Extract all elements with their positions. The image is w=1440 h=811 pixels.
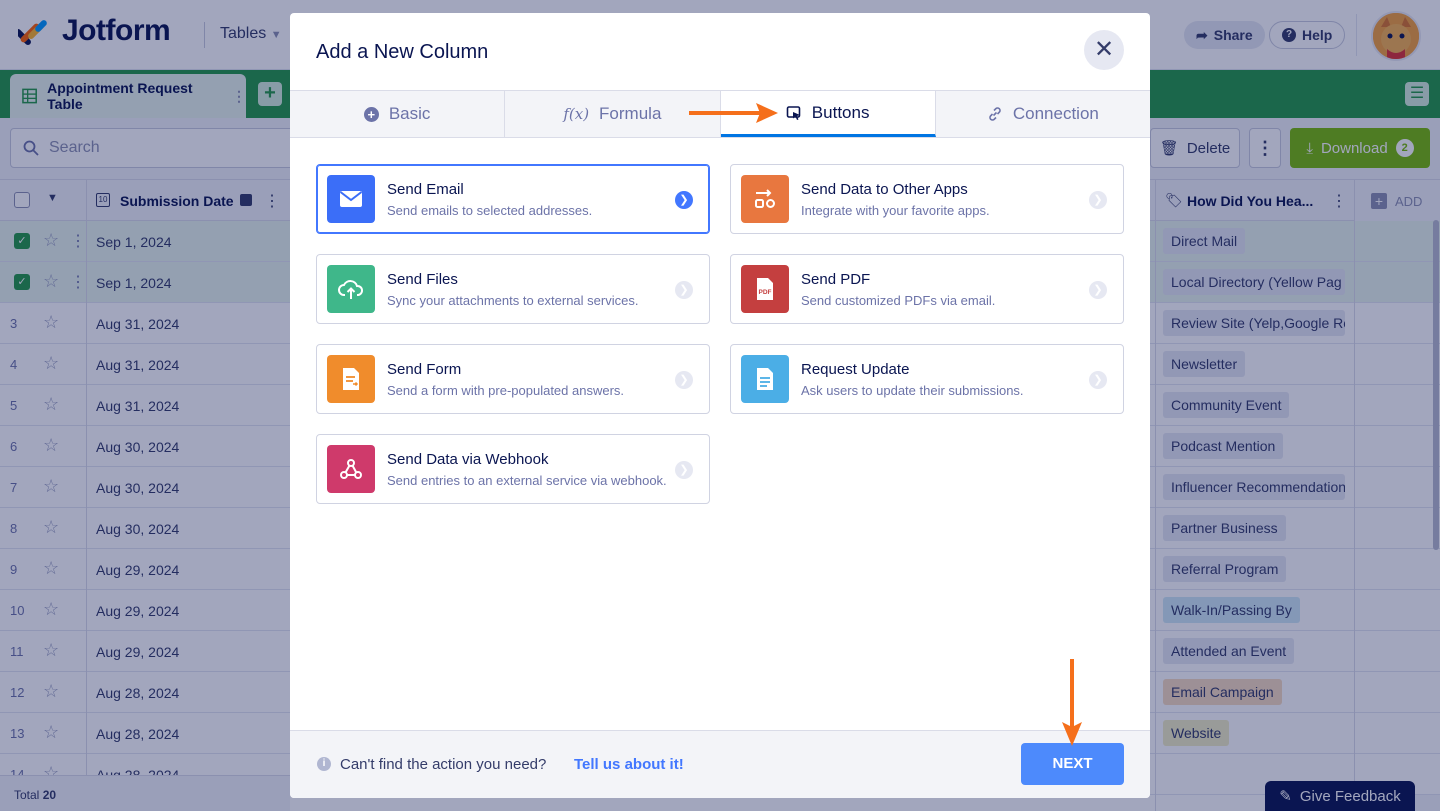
annotation-arrows [689, 103, 1082, 746]
annotation-arrow-icon [1062, 659, 1082, 746]
annotation-arrow-icon [689, 103, 778, 123]
